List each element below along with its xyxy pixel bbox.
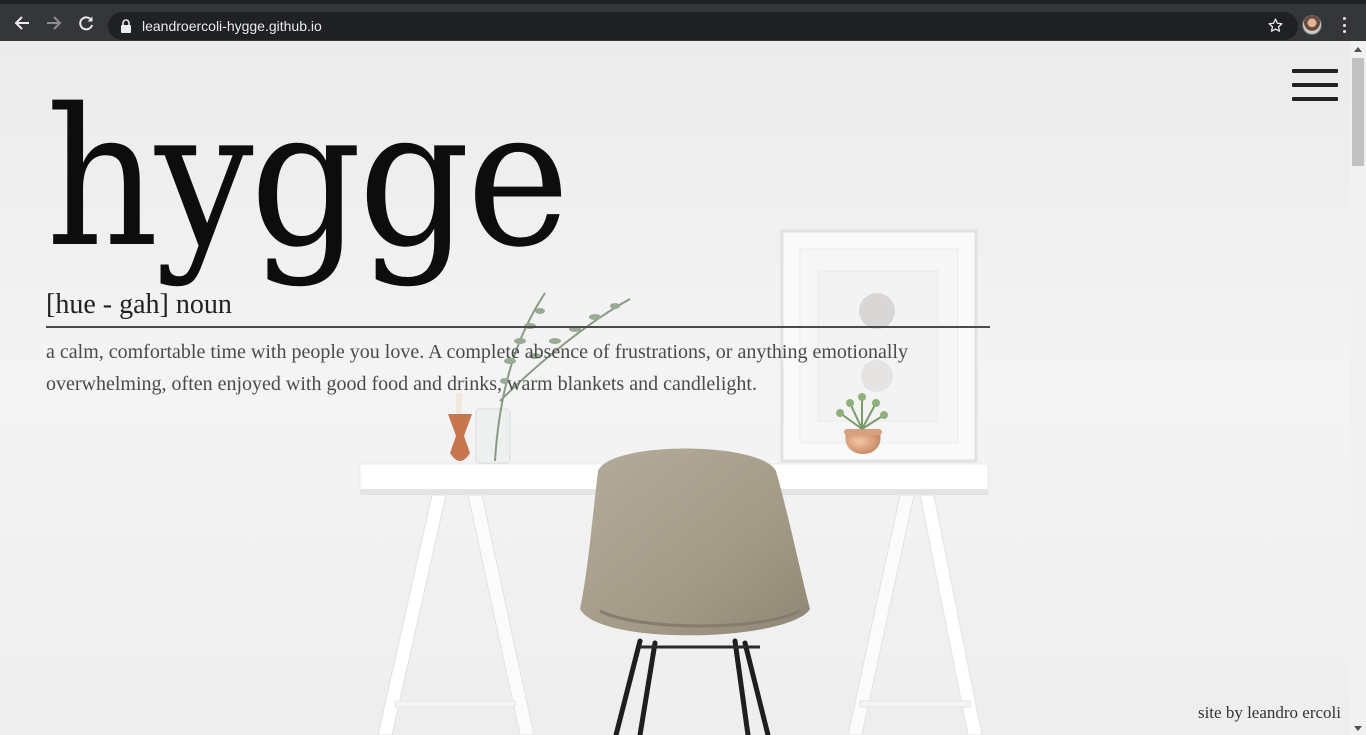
- vertical-scrollbar[interactable]: [1350, 41, 1366, 735]
- scroll-down-arrow-icon[interactable]: [1354, 726, 1362, 731]
- hamburger-menu-icon[interactable]: [1292, 69, 1338, 101]
- back-arrow-icon: [14, 15, 29, 30]
- forward-button[interactable]: [42, 11, 66, 35]
- scroll-up-arrow-icon[interactable]: [1354, 47, 1362, 52]
- url-text[interactable]: leandroercoli-hygge.github.io: [142, 18, 322, 34]
- site-title: hygge: [46, 68, 570, 289]
- address-bar[interactable]: leandroercoli-hygge.github.io: [108, 12, 1298, 40]
- browser-toolbar: leandroercoli-hygge.github.io: [0, 0, 1366, 41]
- kebab-menu-icon[interactable]: [1335, 16, 1353, 34]
- definition-text: a calm, comfortable time with people you…: [46, 341, 908, 395]
- reload-button[interactable]: [74, 11, 98, 35]
- title-divider: [46, 326, 990, 328]
- lock-icon: [120, 19, 134, 33]
- bookmark-star-icon[interactable]: [1267, 17, 1284, 39]
- site-credit[interactable]: site by leandro ercoli: [1198, 703, 1341, 723]
- profile-avatar[interactable]: [1302, 15, 1322, 35]
- scroll-thumb[interactable]: [1352, 58, 1364, 166]
- page-viewport: hygge [hue - gah] noun a calm, comfortab…: [0, 41, 1366, 735]
- pronunciation: [hue - gah] noun: [46, 289, 232, 320]
- back-button[interactable]: [10, 11, 34, 35]
- forward-arrow-icon: [47, 15, 62, 30]
- reload-icon: [79, 15, 93, 30]
